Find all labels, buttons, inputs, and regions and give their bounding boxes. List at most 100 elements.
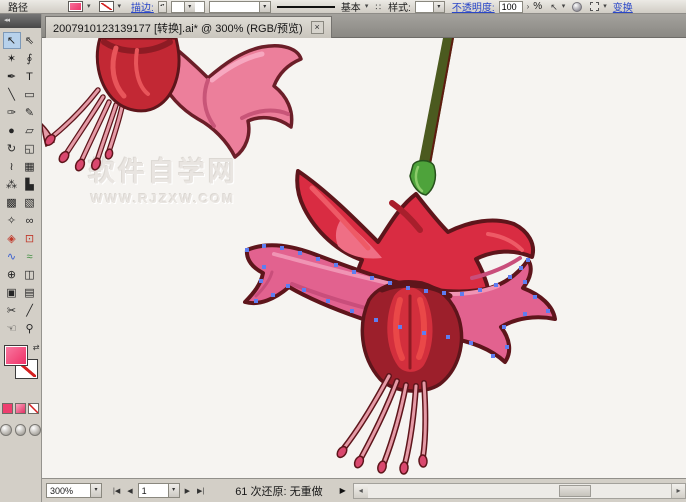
anchor-point[interactable]	[422, 331, 426, 335]
stroke-panel-link[interactable]: 描边:	[131, 0, 154, 14]
symbol-sprayer-tool[interactable]: ⁂	[3, 176, 21, 193]
prev-page-button[interactable]: ◀	[125, 487, 134, 495]
first-page-button[interactable]: |◀	[111, 487, 122, 495]
mesh-tool[interactable]: ▩	[3, 194, 21, 211]
anchor-point[interactable]	[245, 248, 249, 252]
anchor-point[interactable]	[254, 299, 258, 303]
eraser-tool[interactable]: ▱	[21, 122, 39, 139]
anchor-point[interactable]	[546, 309, 550, 313]
opacity-stepper-icon[interactable]: ›	[527, 1, 530, 12]
fill-proxy-swatch[interactable]	[4, 345, 28, 366]
selection-tool[interactable]: ↖	[3, 32, 21, 49]
anchor-point[interactable]	[370, 276, 374, 280]
last-page-button[interactable]: ▶|	[195, 487, 206, 495]
artboard-tool[interactable]: ▣	[3, 284, 21, 301]
anchor-point[interactable]	[350, 309, 354, 313]
brush-definition-value[interactable]: 基本	[341, 0, 361, 14]
blend-tool[interactable]: ∞	[21, 212, 39, 229]
live-paint-selection-tool[interactable]: ⊡	[21, 230, 39, 247]
zoom-tool[interactable]: ⚲	[21, 320, 39, 337]
close-icon[interactable]: ×	[311, 21, 324, 34]
pencil-tool[interactable]: ✎	[21, 104, 39, 121]
anchor-point[interactable]	[523, 280, 527, 284]
fill-dropdown-icon[interactable]: ▾	[87, 1, 91, 12]
width-profile-combo[interactable]: ▾	[209, 1, 271, 13]
eyedropper-tool[interactable]: ✧	[3, 212, 21, 229]
type-tool[interactable]: T	[21, 68, 39, 85]
anchor-point[interactable]	[505, 345, 509, 349]
brush-dropdown-icon[interactable]: ▾	[365, 1, 369, 12]
column-graph-tool[interactable]: ▙	[21, 176, 39, 193]
curvature-tool[interactable]: ≈	[21, 248, 39, 265]
warp-tool[interactable]: ≀	[3, 158, 21, 175]
normal-screen-mode-button[interactable]	[0, 424, 12, 436]
anchor-point[interactable]	[398, 325, 402, 329]
anchor-point[interactable]	[508, 275, 512, 279]
color-button[interactable]	[2, 403, 13, 414]
anchor-point[interactable]	[334, 263, 338, 267]
slice-tool[interactable]: ▤	[21, 284, 39, 301]
stroke-weight-combo[interactable]: ▾	[171, 1, 205, 13]
anchor-point[interactable]	[469, 341, 473, 345]
pen-tool[interactable]: ✒	[3, 68, 21, 85]
zoom-level-combo[interactable]: 300% ▾	[46, 483, 102, 498]
opacity-input[interactable]	[499, 1, 523, 13]
style-combo[interactable]: ▾	[415, 1, 445, 13]
gradient-button[interactable]	[15, 403, 26, 414]
anchor-point[interactable]	[523, 312, 527, 316]
horizontal-scrollbar[interactable]: ◂ ▸	[353, 483, 686, 499]
blob-brush-tool[interactable]: ●	[3, 122, 21, 139]
stroke-dropdown-icon[interactable]: ▾	[118, 1, 122, 12]
free-transform-tool[interactable]: ▦	[21, 158, 39, 175]
line-segment-tool[interactable]: ╲	[3, 86, 21, 103]
anchor-point[interactable]	[388, 281, 392, 285]
anchor-point[interactable]	[271, 293, 275, 297]
anchor-point[interactable]	[406, 286, 410, 290]
align-dropdown-icon[interactable]: ▾	[603, 1, 607, 12]
anchor-point[interactable]	[352, 270, 356, 274]
anchor-point[interactable]	[460, 292, 464, 296]
stroke-color-swatch[interactable]	[99, 1, 114, 12]
perspective-selection-tool[interactable]: ◫	[21, 266, 39, 283]
anchor-point[interactable]	[259, 279, 263, 283]
scroll-left-icon[interactable]: ◂	[354, 484, 368, 498]
anchor-point[interactable]	[491, 354, 495, 358]
none-button[interactable]	[28, 403, 39, 414]
anchor-point[interactable]	[446, 335, 450, 339]
perspective-grid-tool[interactable]: ⊕	[3, 266, 21, 283]
select-similar-dropdown-icon[interactable]: ▾	[562, 1, 566, 12]
anchor-point[interactable]	[280, 246, 284, 250]
anchor-point[interactable]	[298, 251, 302, 255]
style-dropdown-icon[interactable]: ▾	[433, 2, 444, 12]
rotate-tool[interactable]: ↻	[3, 140, 21, 157]
scrollbar-thumb[interactable]	[559, 485, 591, 497]
anchor-point[interactable]	[442, 291, 446, 295]
anchor-point[interactable]	[424, 289, 428, 293]
knife-tool[interactable]: ╱	[21, 302, 39, 319]
full-screen-menu-mode-button[interactable]	[15, 424, 27, 436]
full-screen-mode-button[interactable]	[29, 424, 41, 436]
select-similar-objects-icon[interactable]: ↖	[550, 1, 558, 13]
magic-wand-tool[interactable]: ✶	[3, 50, 21, 67]
anchor-point[interactable]	[326, 299, 330, 303]
recolor-artwork-icon[interactable]: ∷	[375, 1, 381, 13]
anchor-point[interactable]	[533, 295, 537, 299]
transform-panel-link[interactable]: 变换	[613, 0, 633, 14]
align-options-icon[interactable]	[590, 2, 599, 11]
lasso-tool[interactable]: ∮	[21, 50, 39, 67]
live-paint-bucket-tool[interactable]: ◈	[3, 230, 21, 247]
paintbrush-tool[interactable]: ✑	[3, 104, 21, 121]
page-combo[interactable]: 1 ▾	[138, 483, 180, 498]
opacity-panel-link[interactable]: 不透明度:	[452, 0, 495, 14]
stroke-weight-dropdown-icon[interactable]: ▾	[184, 2, 195, 12]
shape-builder-tool[interactable]: ∿	[3, 248, 21, 265]
anchor-point[interactable]	[286, 284, 290, 288]
scissors-tool[interactable]: ✂	[3, 302, 21, 319]
hand-tool[interactable]: ☜	[3, 320, 21, 337]
anchor-point[interactable]	[519, 266, 523, 270]
anchor-point[interactable]	[526, 258, 530, 262]
rectangle-tool[interactable]: ▭	[21, 86, 39, 103]
anchor-point[interactable]	[262, 244, 266, 248]
document-tab[interactable]: 2007910123139177 [转换].ai* @ 300% (RGB/预览…	[45, 16, 332, 38]
page-dropdown-icon[interactable]: ▾	[168, 484, 179, 497]
